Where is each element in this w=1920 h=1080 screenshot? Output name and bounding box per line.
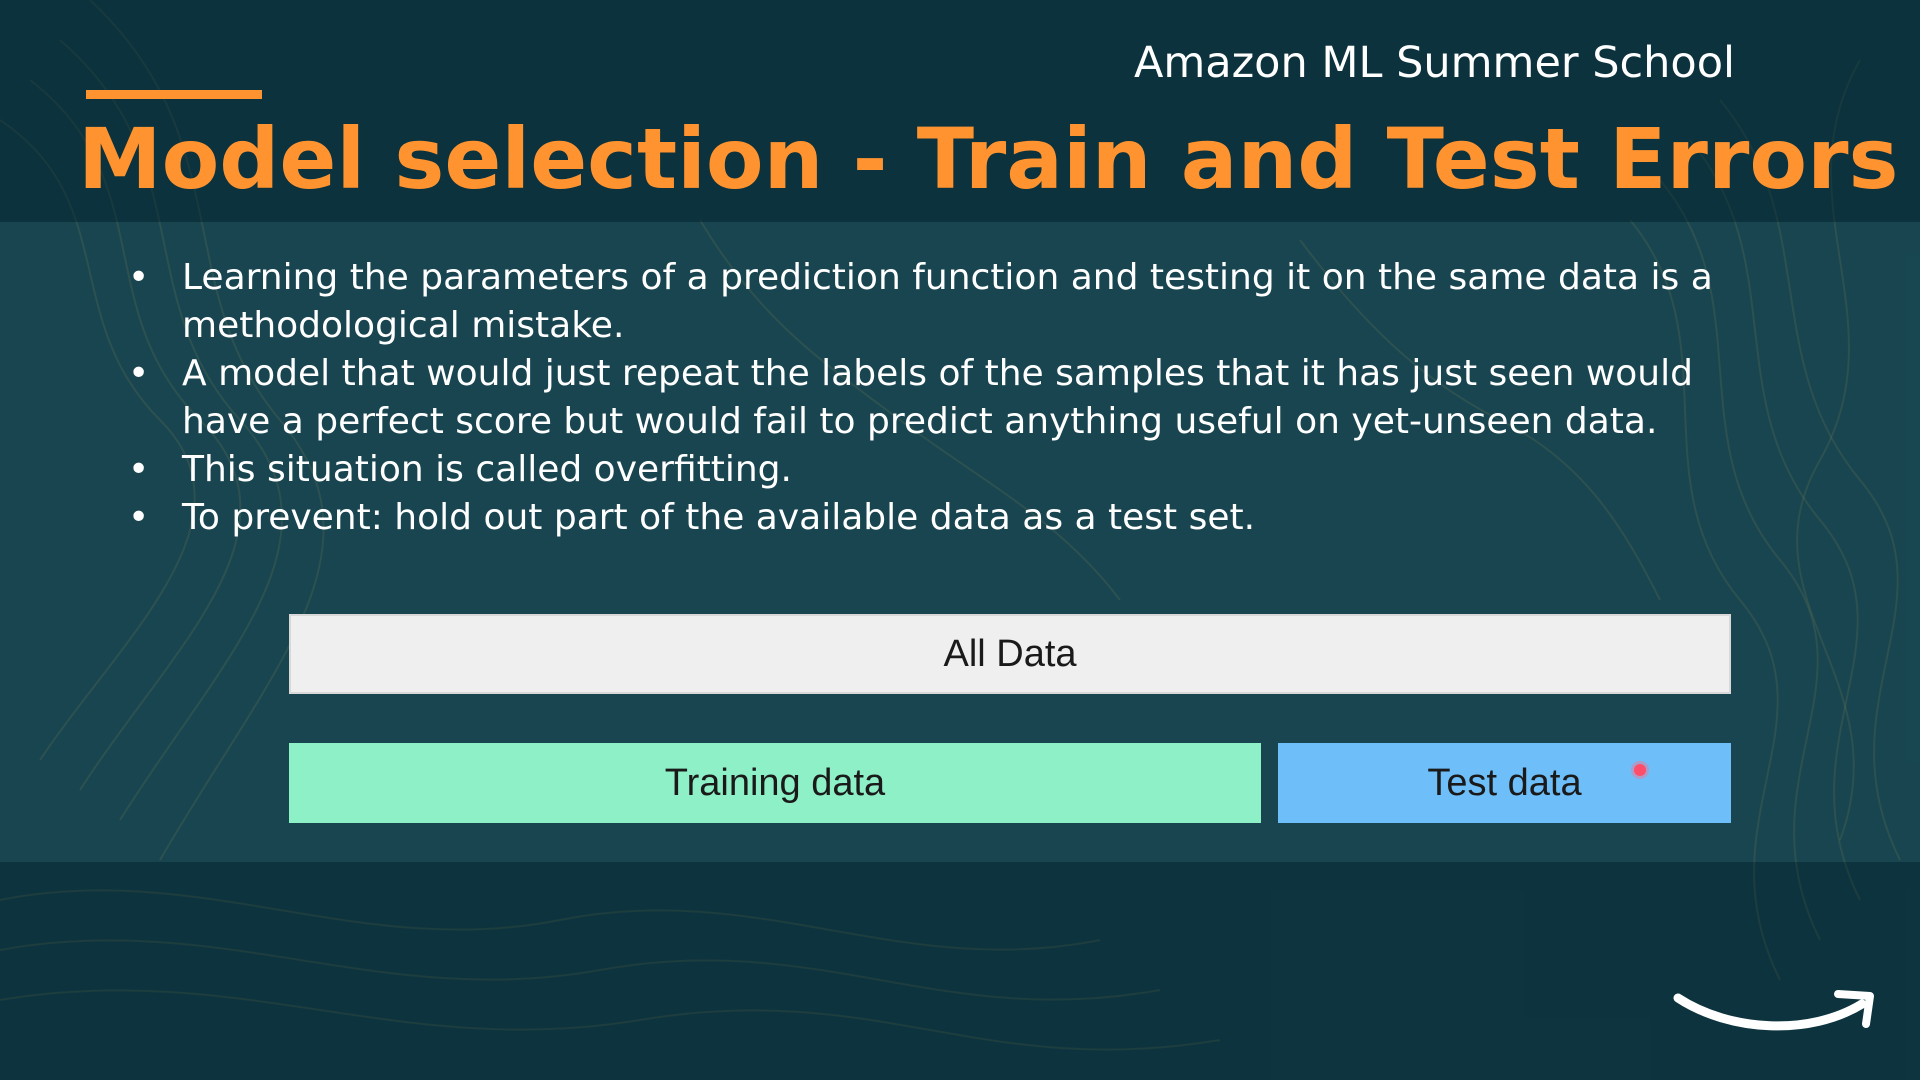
bullet-item: • To prevent: hold out part of the avail… xyxy=(122,494,1772,542)
laser-pointer-icon xyxy=(1634,764,1646,776)
bullet-item: • Learning the parameters of a predictio… xyxy=(122,254,1772,350)
test-data-box: Test data xyxy=(1278,743,1731,823)
all-data-box: All Data xyxy=(289,614,1731,694)
training-data-box: Training data xyxy=(289,743,1261,823)
bullet-text: Learning the parameters of a prediction … xyxy=(182,257,1713,346)
bullet-list: • Learning the parameters of a predictio… xyxy=(122,254,1772,542)
bullet-item: • A model that would just repeat the lab… xyxy=(122,350,1772,446)
bullet-marker: • xyxy=(128,449,150,490)
school-name: Amazon ML Summer School xyxy=(1133,38,1735,88)
bullet-marker: • xyxy=(128,257,150,298)
slide: Amazon ML Summer School Model selection … xyxy=(0,0,1920,1080)
test-data-label: Test data xyxy=(1427,761,1582,804)
bullet-marker: • xyxy=(128,353,150,394)
bullet-item: • This situation is called overfitting. xyxy=(122,446,1772,494)
bullet-text: To prevent: hold out part of the availab… xyxy=(182,497,1256,538)
bullet-text: A model that would just repeat the label… xyxy=(182,353,1693,442)
bullet-text: This situation is called overfitting. xyxy=(182,449,792,490)
slide-title: Model selection - Train and Test Errors xyxy=(78,110,1899,208)
training-data-label: Training data xyxy=(664,761,886,804)
bullet-marker: • xyxy=(128,497,150,538)
all-data-label: All Data xyxy=(943,632,1077,675)
amazon-smile-logo-icon xyxy=(1673,990,1874,1031)
footer-band xyxy=(0,862,1920,1080)
title-accent-bar xyxy=(86,90,262,99)
